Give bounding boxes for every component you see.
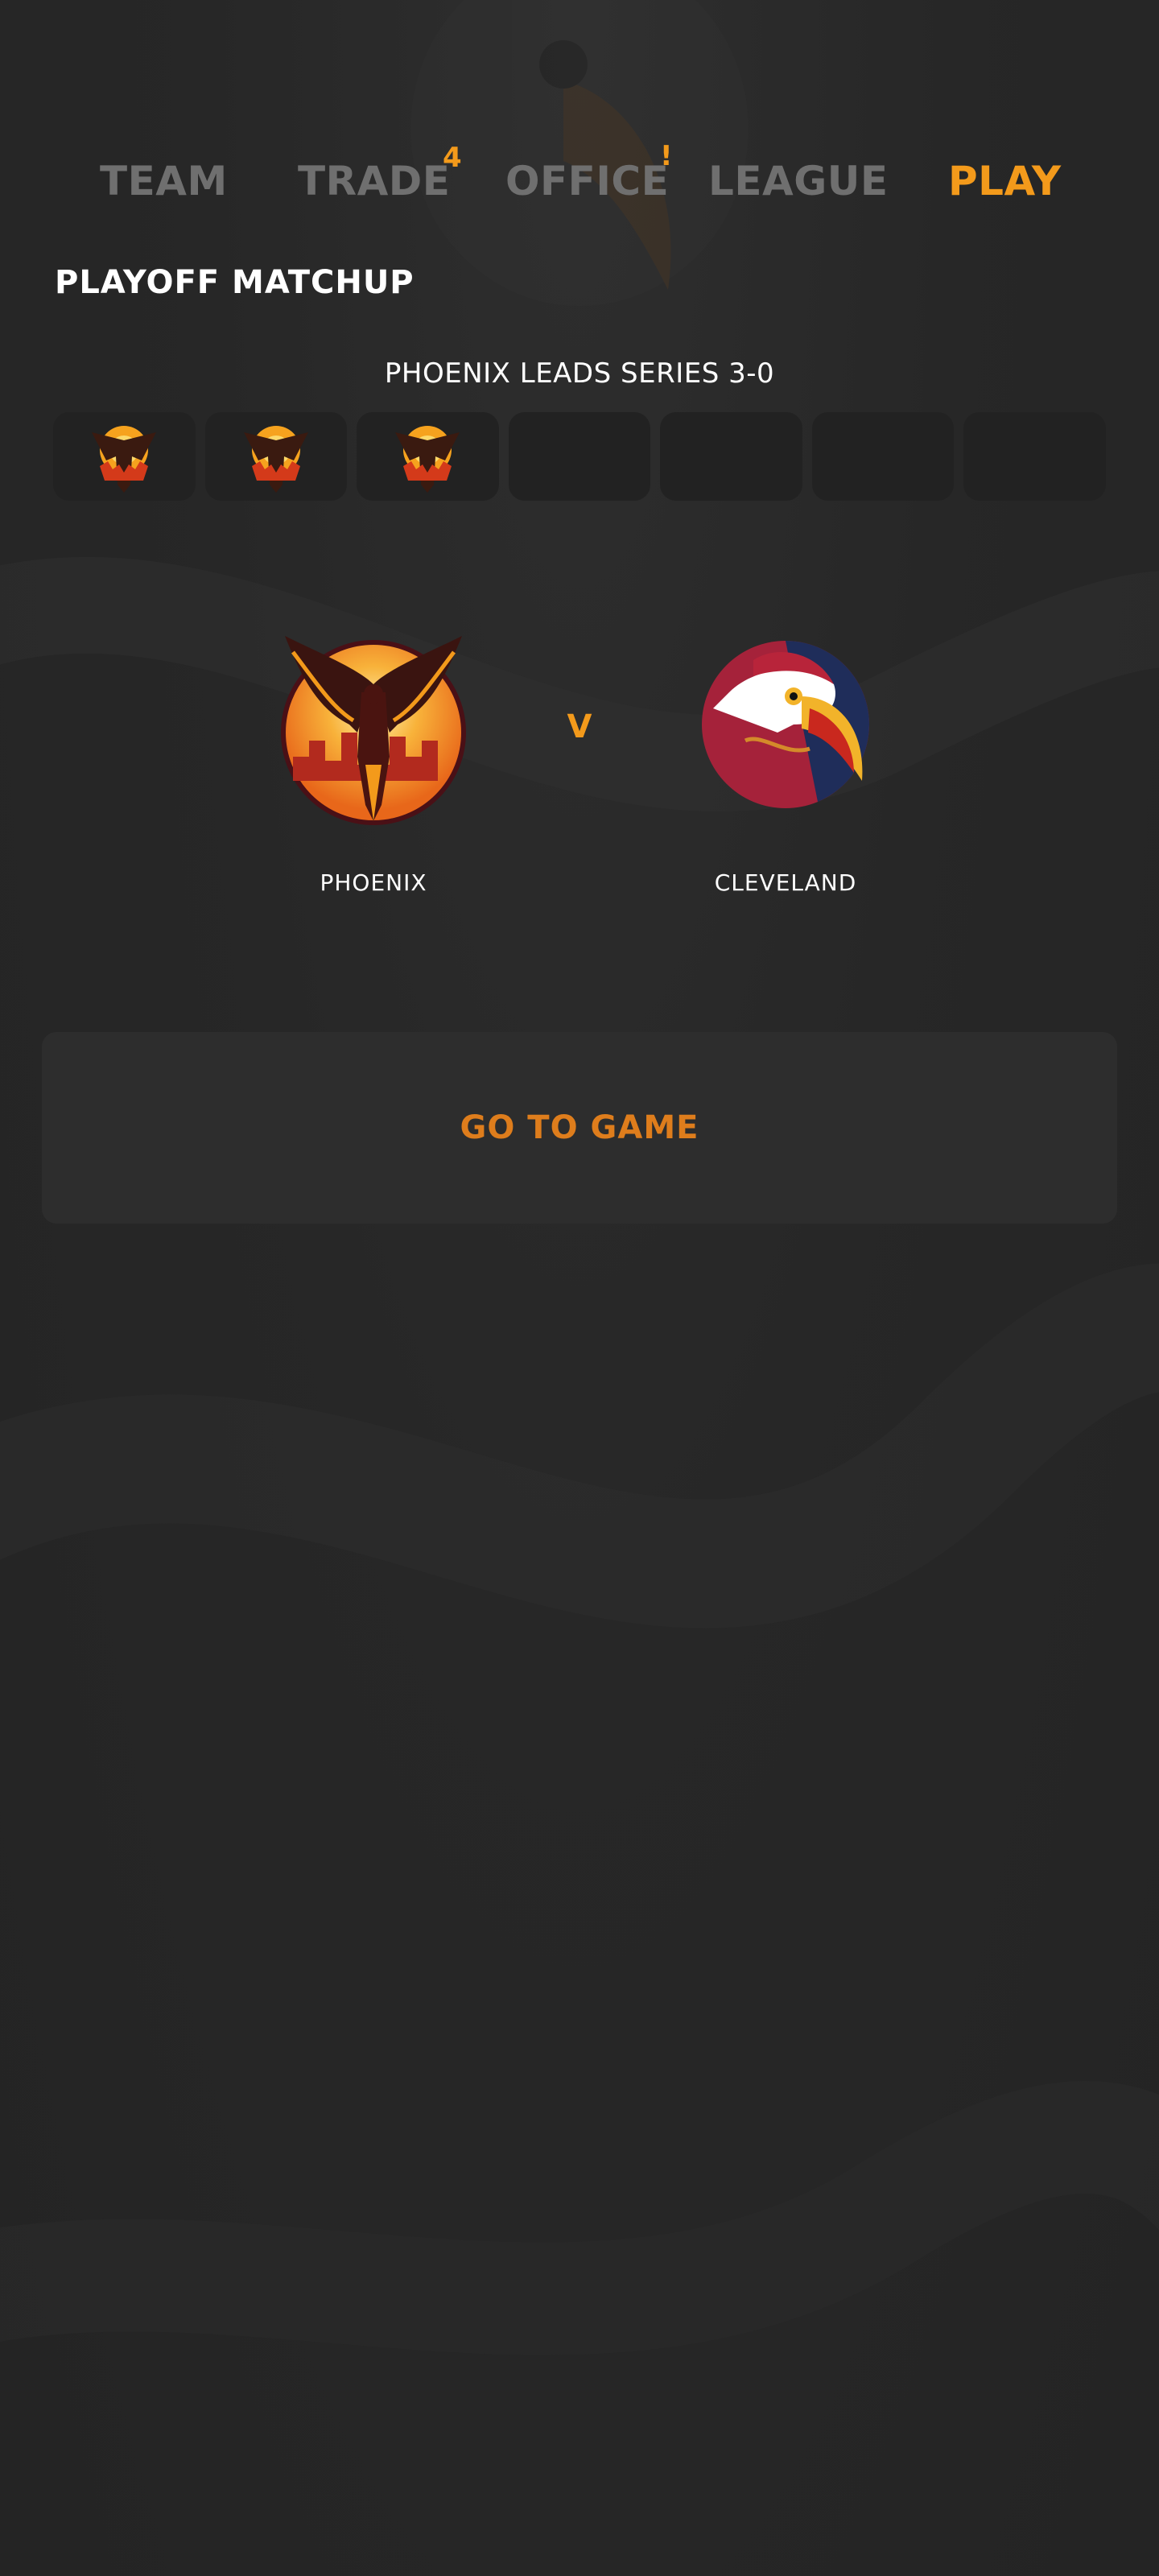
series-status: PHOENIX LEADS SERIES 3-0 — [384, 357, 775, 390]
cleveland-logo — [702, 641, 869, 808]
phoenix-logo — [281, 636, 466, 825]
matchup: PHOENIX CLEVELAND — [0, 620, 1159, 926]
nav-play[interactable]: PLAY — [948, 145, 1062, 217]
series-game-slots — [53, 412, 1107, 501]
nav-office[interactable]: OFFICE — [505, 145, 669, 217]
phoenix-win-icon — [92, 426, 157, 493]
nav-team[interactable]: TEAM — [100, 145, 228, 217]
nav-trade-label: TRADE — [298, 158, 451, 204]
game-slot-7 — [963, 412, 1107, 501]
game-slot-3 — [357, 412, 499, 501]
team-cleveland[interactable]: CLEVELAND — [665, 620, 906, 896]
phoenix-win-icon — [395, 426, 460, 493]
versus-label: V — [567, 708, 592, 745]
team-name-phoenix: PHOENIX — [320, 869, 427, 896]
team-phoenix[interactable]: PHOENIX — [253, 620, 494, 896]
game-slot-6 — [811, 412, 955, 501]
go-to-game-button[interactable]: GO TO GAME — [42, 1032, 1117, 1224]
page-title: PLAYOFF MATCHUP — [55, 264, 415, 301]
nav-team-label: TEAM — [100, 158, 228, 204]
office-alert-badge: ! — [660, 140, 673, 172]
nav-play-label: PLAY — [948, 158, 1062, 204]
game-slot-1 — [53, 412, 196, 501]
trade-count-badge: 4 — [443, 142, 462, 174]
nav-trade[interactable]: TRADE — [298, 145, 450, 217]
game-slot-2 — [204, 412, 348, 501]
game-slot-4 — [508, 412, 651, 501]
nav-league[interactable]: LEAGUE — [708, 145, 889, 217]
nav-league-label: LEAGUE — [708, 158, 889, 204]
game-slot-5 — [660, 412, 802, 501]
phoenix-win-icon — [243, 426, 308, 493]
team-name-cleveland: CLEVELAND — [714, 869, 857, 896]
main-nav: TEAM TRADE 4 OFFICE ! LEAGUE PLAY — [0, 140, 1159, 217]
nav-office-label: OFFICE — [505, 158, 670, 204]
playoff-screen: TEAM TRADE 4 OFFICE ! LEAGUE PLAY PLAYOF… — [0, 0, 1159, 2576]
